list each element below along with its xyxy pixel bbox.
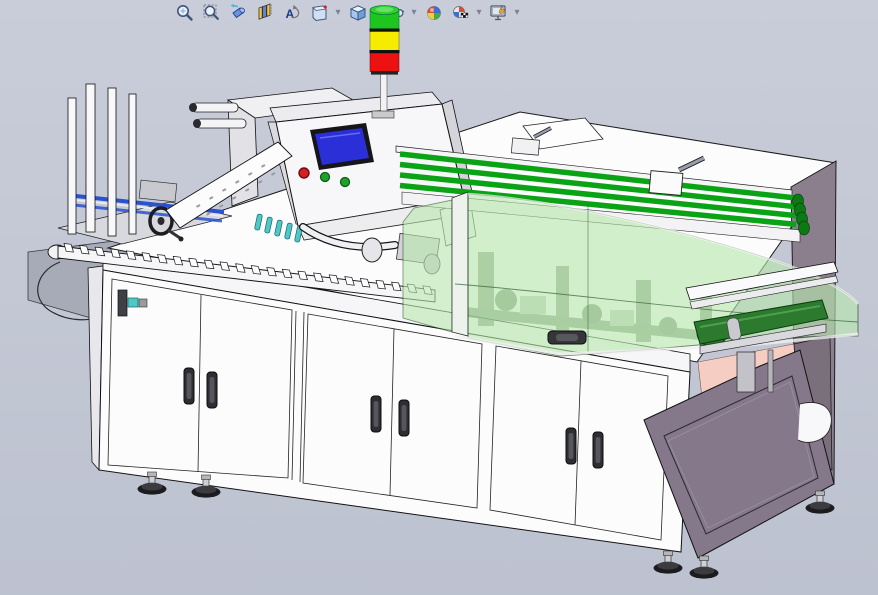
zoom-to-fit-icon[interactable] bbox=[175, 3, 195, 23]
3d-viewport[interactable]: A ▾ ▾ ▾ ▾ ▾ bbox=[0, 0, 878, 595]
lane-end-rollers bbox=[792, 193, 810, 236]
start-button bbox=[319, 171, 331, 183]
right-column bbox=[643, 349, 835, 559]
folding-mechanism bbox=[361, 199, 477, 275]
machine-model bbox=[27, 5, 859, 580]
transfer-roller bbox=[191, 102, 239, 113]
carton-blank-sheet bbox=[522, 117, 604, 150]
apply-scene-dropdown-arrow[interactable]: ▾ bbox=[473, 3, 485, 23]
annotation-views-icon[interactable]: A bbox=[283, 3, 303, 23]
pusher-chain-conveyor bbox=[47, 243, 436, 317]
support-post bbox=[736, 351, 756, 393]
stack-light-red bbox=[369, 52, 400, 72]
stack-light-yellow bbox=[369, 30, 400, 51]
infeed-conveyor bbox=[395, 126, 810, 243]
chain-lugs bbox=[63, 243, 433, 295]
view-settings-icon[interactable] bbox=[489, 3, 509, 23]
previous-view-icon[interactable] bbox=[229, 3, 249, 23]
suction-cups bbox=[254, 213, 303, 243]
guide-arm bbox=[797, 402, 832, 443]
conveyor-junction-box bbox=[648, 155, 706, 196]
handwheel bbox=[148, 206, 184, 242]
view-orientation-dropdown-arrow[interactable]: ▾ bbox=[332, 3, 344, 23]
emergency-stop-button bbox=[298, 167, 310, 179]
left-deck-plate bbox=[27, 229, 334, 333]
head-unit bbox=[189, 87, 473, 241]
door-handles bbox=[183, 367, 604, 469]
machine-table-top bbox=[106, 111, 837, 363]
machine-internals bbox=[455, 252, 740, 350]
headsup-view-toolbar: A ▾ ▾ ▾ ▾ ▾ bbox=[175, 3, 527, 23]
apply-scene-icon[interactable] bbox=[451, 3, 471, 23]
edit-appearance-icon[interactable] bbox=[424, 3, 444, 23]
view-orientation-icon[interactable] bbox=[310, 3, 330, 23]
run-button bbox=[339, 176, 351, 188]
tray-holes bbox=[196, 164, 276, 216]
inner-pink-panel bbox=[697, 343, 801, 435]
base-cabinet bbox=[87, 251, 691, 553]
guard-handle bbox=[547, 330, 587, 345]
zoom-to-area-icon[interactable] bbox=[202, 3, 222, 23]
outfeed-conveyor bbox=[685, 261, 839, 443]
hide-show-items-dropdown-arrow[interactable]: ▾ bbox=[408, 3, 420, 23]
safety-guard bbox=[402, 191, 859, 357]
belt-pulley bbox=[696, 319, 728, 347]
sensor-bracket bbox=[117, 289, 128, 317]
display-style-dropdown-arrow[interactable]: ▾ bbox=[370, 3, 382, 23]
view-settings-dropdown-arrow[interactable]: ▾ bbox=[511, 3, 523, 23]
right-end-panel bbox=[697, 160, 837, 485]
cabinet-doors bbox=[107, 278, 669, 541]
carton-magazine bbox=[57, 83, 233, 245]
vacuum-hose bbox=[299, 223, 399, 251]
transfer-roller bbox=[195, 118, 247, 129]
display-style-icon[interactable] bbox=[348, 3, 368, 23]
carton-chute bbox=[165, 141, 293, 229]
flange bbox=[282, 117, 302, 143]
outfeed-belt bbox=[693, 299, 829, 345]
magazine-rails bbox=[67, 83, 137, 237]
conveyor-bracket bbox=[510, 126, 552, 156]
photo-sensor bbox=[127, 297, 139, 308]
hmi-screen bbox=[315, 128, 369, 165]
machine-feet bbox=[137, 471, 835, 580]
section-view-icon[interactable] bbox=[256, 3, 276, 23]
hide-show-items-icon[interactable] bbox=[386, 3, 406, 23]
hmi-console bbox=[275, 103, 465, 227]
